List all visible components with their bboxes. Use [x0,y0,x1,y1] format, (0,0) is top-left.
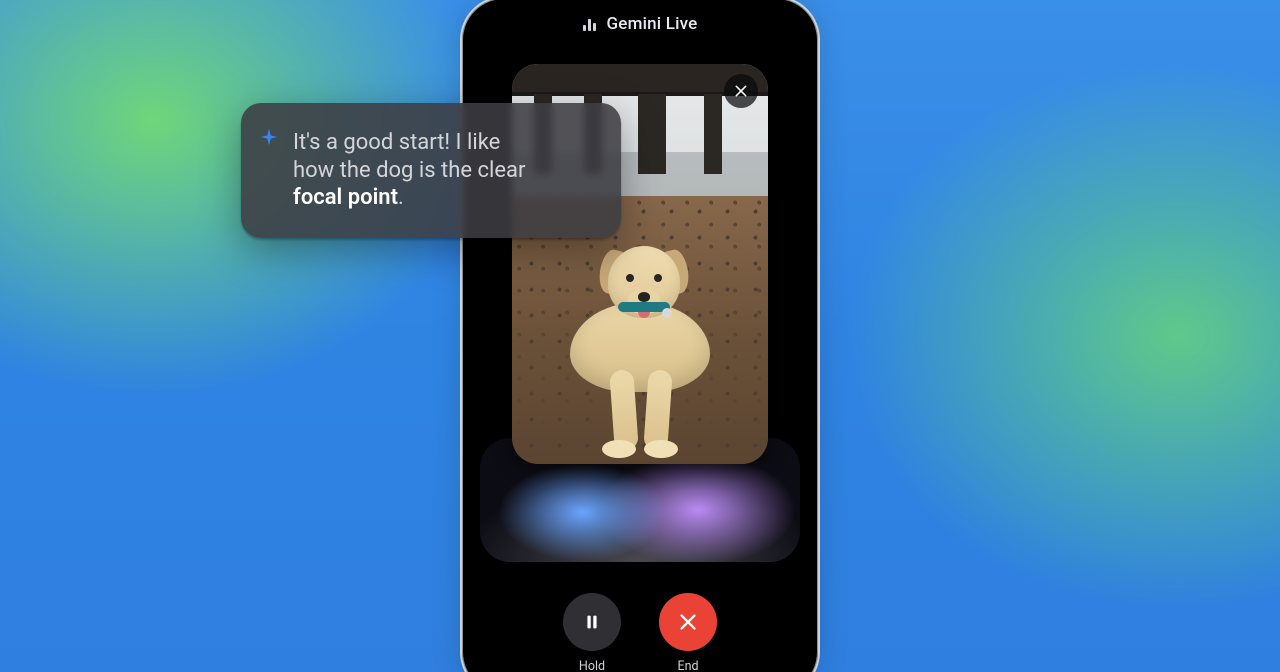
tooltip-line-1: It's a good start! I like [293,130,500,155]
end-control: End [659,593,717,672]
gemini-spark-icon [259,127,279,147]
close-icon [733,83,749,99]
tooltip-line-2: how the dog is the clear [293,158,525,183]
hold-control: Hold [563,593,621,672]
live-waveform-icon [583,17,597,31]
call-controls: Hold End [462,593,818,672]
pause-icon [581,611,603,633]
tooltip-trail: . [398,185,404,210]
hold-button[interactable] [563,593,621,651]
close-preview-button[interactable] [724,74,758,108]
app-header: Gemini Live [462,0,818,50]
end-label: End [677,659,698,672]
close-icon [677,611,699,633]
tooltip-bold: focal point [293,185,398,210]
gemini-response-tooltip: It's a good start! I like how the dog is… [241,103,621,238]
phone-frame: Gemini Live [460,0,820,672]
app-title: Gemini Live [607,14,698,34]
hold-label: Hold [579,659,605,672]
end-button[interactable] [659,593,717,651]
